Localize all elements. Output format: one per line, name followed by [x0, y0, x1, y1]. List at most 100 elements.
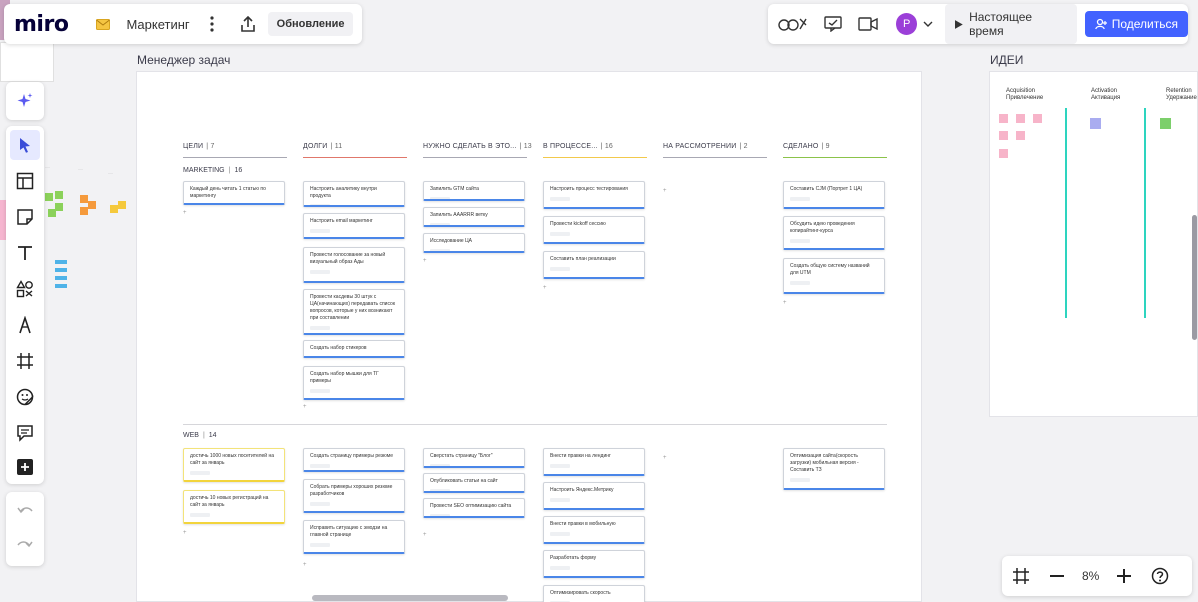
task-card-text: Настроить email маркетинг — [310, 218, 373, 224]
task-card[interactable]: Создать общую систему названий для UTM — [783, 258, 885, 294]
task-card[interactable]: Исправить ситуацию с эмодзи на главной с… — [303, 520, 405, 554]
zoom-out-icon[interactable] — [1050, 575, 1064, 577]
task-card[interactable]: Настроить процесс тестирования — [543, 181, 645, 209]
task-card-text: Исправить ситуацию с эмодзи на главной с… — [310, 525, 388, 538]
add-card-icon[interactable]: + — [303, 404, 307, 410]
add-card-icon[interactable]: + — [423, 258, 427, 264]
task-card[interactable]: Исследование ЦА — [423, 233, 525, 253]
task-card[interactable]: Настроить email маркетинг — [303, 213, 405, 239]
task-card[interactable]: Провести SEO оптимизацию сайта — [423, 498, 525, 518]
add-card-icon[interactable]: + — [663, 455, 667, 461]
add-more-icon[interactable] — [10, 452, 40, 482]
sticky-note[interactable] — [1090, 118, 1101, 129]
update-button[interactable]: Обновление — [267, 12, 354, 36]
add-card-icon[interactable]: + — [543, 285, 547, 291]
card-tag-placeholder — [310, 543, 330, 547]
task-card[interactable]: Разработать форму — [543, 550, 645, 578]
sticky-note[interactable] — [999, 114, 1008, 123]
column-header[interactable]: В ПРОЦЕССЕ... | 16 — [543, 143, 613, 150]
sticky-note[interactable] — [999, 131, 1008, 140]
history-rail — [6, 492, 44, 566]
text-icon[interactable] — [10, 238, 40, 268]
task-card[interactable]: Провести касдевы 30 штук с ЦА(начинающих… — [303, 289, 405, 335]
zoom-in-icon[interactable] — [1117, 569, 1132, 583]
column-header[interactable]: СДЕЛАНО | 9 — [783, 143, 830, 150]
task-card[interactable]: Настроить Яндекс.Метрику — [543, 482, 645, 510]
sticky-note-icon[interactable] — [10, 202, 40, 232]
pen-icon[interactable] — [10, 310, 40, 340]
task-card-text: Провести kickoff сессию — [550, 221, 606, 227]
select-cursor-icon[interactable] — [10, 130, 40, 160]
board-canvas[interactable]: ····· ····· ····· Менеджер задач ЦЕЛИ | 7… — [0, 0, 1198, 602]
add-card-icon[interactable]: + — [303, 562, 307, 568]
undo-icon[interactable] — [10, 496, 40, 526]
horizontal-scrollbar[interactable] — [312, 595, 508, 601]
task-card[interactable]: Оптимизация сайта(скорость загрузки) моб… — [783, 448, 885, 490]
video-camera-icon[interactable] — [858, 17, 878, 31]
board-name[interactable]: Маркетинг — [126, 17, 189, 32]
task-card[interactable]: Провести kickoff сессию — [543, 216, 645, 244]
reactions-icon[interactable] — [778, 15, 808, 33]
chevron-down-icon[interactable] — [923, 21, 933, 27]
ai-sparkle-icon[interactable] — [10, 86, 40, 116]
task-card[interactable]: Запилить AAARRR ветку — [423, 207, 525, 227]
sticky-note[interactable] — [1160, 118, 1171, 129]
column-underline — [543, 157, 647, 158]
column-header[interactable]: ДОЛГИ | 11 — [303, 143, 342, 150]
task-card-text: Опубликовать статьи на сайт — [430, 478, 498, 484]
card-tag-placeholder — [550, 498, 570, 502]
task-card[interactable]: Составить план реализации — [543, 251, 645, 279]
miro-logo[interactable]: miro — [14, 12, 69, 37]
vertical-scrollbar[interactable] — [1192, 215, 1197, 340]
card-tag-placeholder — [430, 249, 450, 251]
task-card[interactable]: Внести правки в мобильную — [543, 516, 645, 544]
column-header[interactable]: ЦЕЛИ | 7 — [183, 143, 215, 150]
sticky-note[interactable] — [1033, 114, 1042, 123]
task-card[interactable]: Оптимизировать скорость — [543, 585, 645, 602]
add-card-icon[interactable]: + — [183, 530, 187, 536]
help-icon[interactable] — [1151, 567, 1169, 585]
sticky-note[interactable] — [1016, 114, 1025, 123]
add-card-icon[interactable]: + — [783, 300, 787, 306]
realtime-button[interactable]: Настоящее время — [945, 4, 1077, 44]
task-card[interactable]: Провести голосование за новый визуальный… — [303, 247, 405, 283]
task-card[interactable]: Внести правки на лендинг — [543, 448, 645, 476]
sticky-note[interactable] — [999, 149, 1008, 158]
column-header[interactable]: НУЖНО СДЕЛАТЬ В ЭТО... | 13 — [423, 143, 532, 150]
task-card[interactable]: Опубликовать статьи на сайт — [423, 473, 525, 493]
add-card-icon[interactable]: + — [663, 188, 667, 194]
user-avatar[interactable]: P — [896, 13, 918, 35]
task-card[interactable]: Настроить аналитику внутри продукта — [303, 181, 405, 207]
card-tag-placeholder — [550, 267, 570, 271]
add-card-icon[interactable]: + — [423, 532, 427, 538]
ideas-frame-title: ИДЕИ — [990, 53, 1024, 67]
comment-presentation-icon[interactable] — [824, 16, 842, 32]
task-card[interactable]: достичь 10 новых регистраций на сайт за … — [183, 490, 285, 524]
task-card[interactable]: Собрать примеры хороших резюме разработч… — [303, 479, 405, 513]
task-card[interactable]: достичь 1000 новых посетителей на сайт з… — [183, 448, 285, 482]
column-header[interactable]: НА РАССМОТРЕНИИ | 2 — [663, 143, 748, 150]
task-card[interactable]: Обсудить идею проведения копирайтинг-кур… — [783, 216, 885, 250]
shapes-icon[interactable] — [10, 274, 40, 304]
stickers-icon[interactable] — [10, 382, 40, 412]
zoom-level[interactable]: 8% — [1082, 569, 1099, 583]
sticky-note[interactable] — [1016, 131, 1025, 140]
task-card[interactable]: Создать набор стикеров — [303, 340, 405, 358]
export-icon[interactable] — [240, 16, 256, 32]
frame-icon[interactable] — [10, 346, 40, 376]
task-card[interactable]: Создать страницу примеры резюме — [303, 448, 405, 472]
comment-icon[interactable] — [10, 418, 40, 448]
add-card-icon[interactable]: + — [183, 210, 187, 216]
templates-icon[interactable] — [10, 166, 40, 196]
fit-frame-icon[interactable] — [1012, 567, 1030, 585]
task-card[interactable]: Запилить GTM сайта — [423, 181, 525, 201]
redo-icon[interactable] — [10, 530, 40, 560]
task-card-text: Создать страницу примеры резюме — [310, 453, 393, 459]
task-card[interactable]: Создать набор мышки для ТГ примеры — [303, 366, 405, 400]
card-tag-placeholder — [550, 197, 570, 201]
task-card[interactable]: Составить CJM (Портрет 1 ЦА) — [783, 181, 885, 209]
task-card[interactable]: Сверстать страницу "Блог" — [423, 448, 525, 468]
more-vertical-icon[interactable] — [206, 16, 218, 32]
share-button[interactable]: Поделиться — [1084, 11, 1188, 37]
task-card[interactable]: Каждый день читать 1 статью по маркетинг… — [183, 181, 285, 205]
